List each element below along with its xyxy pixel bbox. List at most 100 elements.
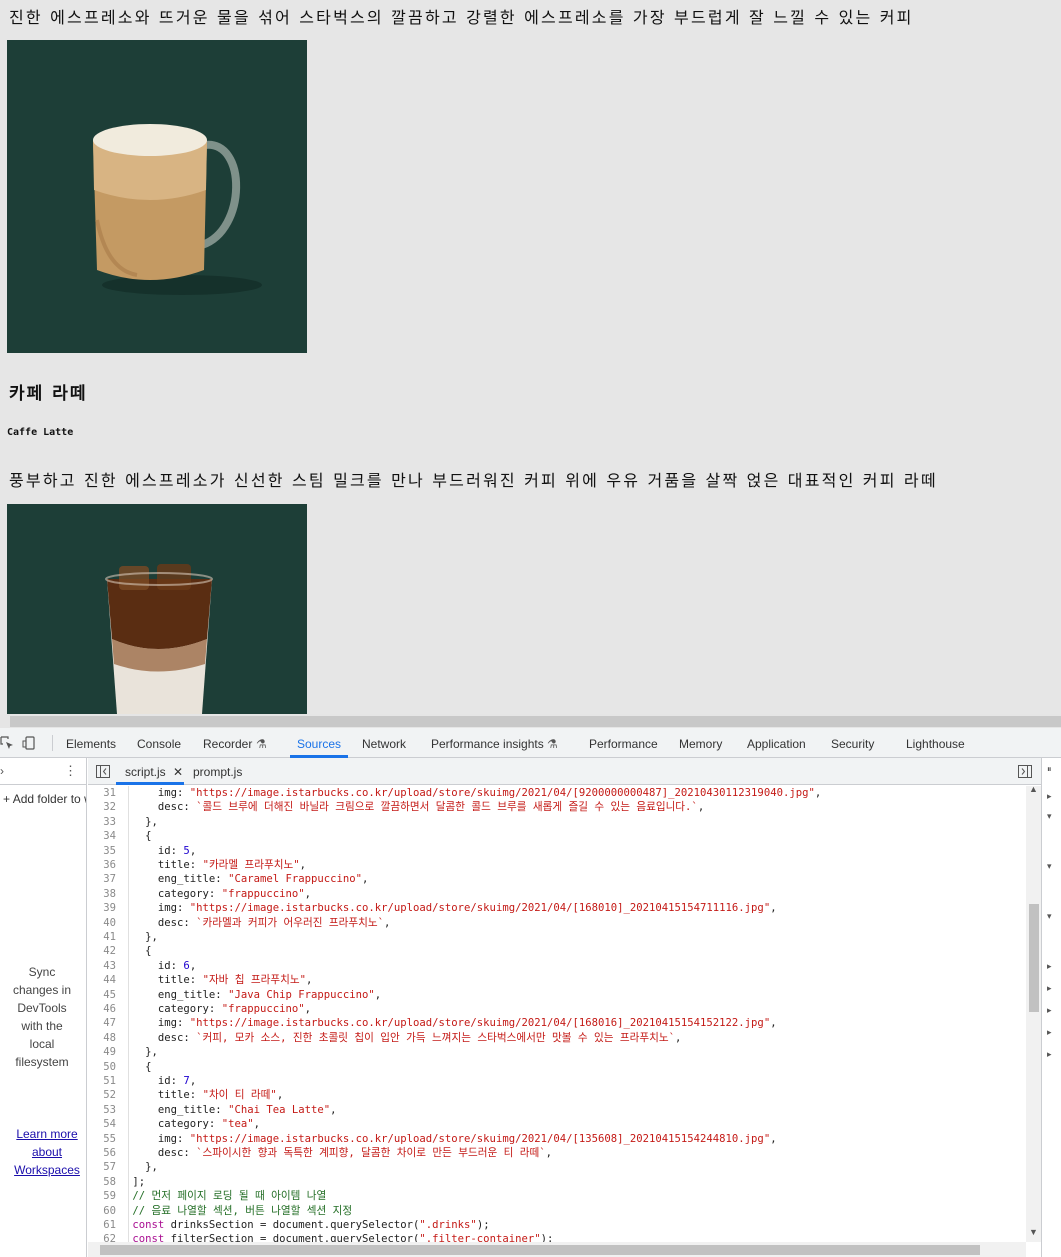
expand-icon[interactable]: ▸ bbox=[1047, 1049, 1052, 1060]
line-number[interactable]: 43 bbox=[88, 959, 126, 973]
learn-more-link[interactable]: Learn more about Workspaces bbox=[12, 1125, 82, 1179]
file-tab-prompt-js[interactable]: prompt.js bbox=[193, 765, 242, 779]
expand-icon[interactable]: ▸ bbox=[1047, 983, 1052, 994]
code-line[interactable]: 53 eng_title: "Chai Tea Latte", bbox=[88, 1103, 1026, 1117]
code-line[interactable]: 62 const filterSection = document.queryS… bbox=[88, 1232, 1026, 1242]
code-line[interactable]: 58 ]; bbox=[88, 1175, 1026, 1189]
code-line[interactable]: 60 // 음료 나열할 섹션, 버튼 나열할 섹션 지정 bbox=[88, 1204, 1026, 1218]
file-tab-script-js[interactable]: script.js ✕ bbox=[125, 765, 183, 779]
code-line[interactable]: 35 id: 5, bbox=[88, 844, 1026, 858]
code-line[interactable]: 51 id: 7, bbox=[88, 1074, 1026, 1088]
collapse-icon[interactable]: ▾ bbox=[1047, 861, 1052, 872]
line-number[interactable]: 31 bbox=[88, 786, 126, 800]
line-number[interactable]: 48 bbox=[88, 1031, 126, 1045]
code-line[interactable]: 32 desc: `콜드 브루에 더해진 바닐라 크림으로 깔끔하면서 달콤한 … bbox=[88, 800, 1026, 814]
more-options-icon[interactable]: ⋮ bbox=[64, 763, 77, 779]
code-line[interactable]: 42 { bbox=[88, 944, 1026, 958]
code-line[interactable]: 57 }, bbox=[88, 1160, 1026, 1174]
code-line[interactable]: 49 }, bbox=[88, 1045, 1026, 1059]
editor-vertical-scrollbar[interactable]: ▲ ▼ bbox=[1026, 784, 1041, 1242]
code-line[interactable]: 31 img: "https://image.istarbucks.co.kr/… bbox=[88, 786, 1026, 800]
code-line[interactable]: 33 }, bbox=[88, 815, 1026, 829]
line-number[interactable]: 52 bbox=[88, 1088, 126, 1102]
line-number[interactable]: 51 bbox=[88, 1074, 126, 1088]
close-icon[interactable]: ✕ bbox=[173, 765, 183, 779]
chevron-right-icon[interactable]: › bbox=[0, 764, 4, 778]
code-editor[interactable]: 31 img: "https://image.istarbucks.co.kr/… bbox=[88, 786, 1026, 1242]
tab-memory[interactable]: Memory bbox=[679, 737, 722, 751]
line-number[interactable]: 47 bbox=[88, 1016, 126, 1030]
pause-icon[interactable]: ⏸ bbox=[1047, 764, 1052, 775]
code-line[interactable]: 48 desc: `커피, 모카 소스, 진한 초콜릿 칩이 입안 가득 느껴지… bbox=[88, 1031, 1026, 1045]
line-number[interactable]: 58 bbox=[88, 1175, 126, 1189]
tab-performance-insights[interactable]: Performance insights bbox=[431, 737, 544, 751]
line-number[interactable]: 55 bbox=[88, 1132, 126, 1146]
line-number[interactable]: 59 bbox=[88, 1189, 126, 1203]
line-number[interactable]: 50 bbox=[88, 1060, 126, 1074]
code-line[interactable]: 54 category: "tea", bbox=[88, 1117, 1026, 1131]
editor-horizontal-scrollbar[interactable] bbox=[88, 1242, 1026, 1257]
code-line[interactable]: 56 desc: `스파이시한 향과 독특한 계피향, 달콤한 차이로 만든 부… bbox=[88, 1146, 1026, 1160]
line-number[interactable]: 38 bbox=[88, 887, 126, 901]
line-number[interactable]: 62 bbox=[88, 1232, 126, 1242]
code-line[interactable]: 38 category: "frappuccino", bbox=[88, 887, 1026, 901]
line-number[interactable]: 46 bbox=[88, 1002, 126, 1016]
line-number[interactable]: 60 bbox=[88, 1204, 126, 1218]
line-number[interactable]: 42 bbox=[88, 944, 126, 958]
tab-recorder[interactable]: Recorder bbox=[203, 737, 252, 751]
code-line[interactable]: 44 title: "자바 칩 프라푸치노", bbox=[88, 973, 1026, 987]
line-number[interactable]: 33 bbox=[88, 815, 126, 829]
code-line[interactable]: 52 title: "차이 티 라떼", bbox=[88, 1088, 1026, 1102]
code-line[interactable]: 55 img: "https://image.istarbucks.co.kr/… bbox=[88, 1132, 1026, 1146]
tab-console[interactable]: Console bbox=[137, 737, 181, 751]
tab-security[interactable]: Security bbox=[831, 737, 874, 751]
line-number[interactable]: 56 bbox=[88, 1146, 126, 1160]
line-number[interactable]: 54 bbox=[88, 1117, 126, 1131]
line-number[interactable]: 44 bbox=[88, 973, 126, 987]
tab-network[interactable]: Network bbox=[362, 737, 406, 751]
line-number[interactable]: 34 bbox=[88, 829, 126, 843]
expand-icon[interactable]: ▸ bbox=[1047, 1005, 1052, 1016]
line-number[interactable]: 41 bbox=[88, 930, 126, 944]
line-number[interactable]: 32 bbox=[88, 800, 126, 814]
tab-sources[interactable]: Sources bbox=[297, 737, 341, 751]
scroll-up-icon[interactable]: ▲ bbox=[1029, 784, 1038, 794]
tab-lighthouse[interactable]: Lighthouse bbox=[906, 737, 965, 751]
line-number[interactable]: 61 bbox=[88, 1218, 126, 1232]
line-number[interactable]: 35 bbox=[88, 844, 126, 858]
line-number[interactable]: 37 bbox=[88, 872, 126, 886]
code-line[interactable]: 45 eng_title: "Java Chip Frappuccino", bbox=[88, 988, 1026, 1002]
code-line[interactable]: 46 category: "frappuccino", bbox=[88, 1002, 1026, 1016]
scroll-thumb[interactable] bbox=[1029, 904, 1039, 1012]
expand-icon[interactable]: ▸ bbox=[1047, 961, 1052, 972]
line-number[interactable]: 40 bbox=[88, 916, 126, 930]
line-number[interactable]: 45 bbox=[88, 988, 126, 1002]
expand-icon[interactable]: ▸ bbox=[1047, 791, 1052, 802]
expand-icon[interactable]: ▸ bbox=[1047, 1027, 1052, 1038]
collapse-icon[interactable]: ▾ bbox=[1047, 911, 1052, 922]
line-number[interactable]: 39 bbox=[88, 901, 126, 915]
scroll-down-icon[interactable]: ▼ bbox=[1029, 1227, 1038, 1237]
toggle-debugger-icon[interactable] bbox=[1018, 765, 1032, 778]
collapse-icon[interactable]: ▾ bbox=[1047, 811, 1052, 822]
code-line[interactable]: 39 img: "https://image.istarbucks.co.kr/… bbox=[88, 901, 1026, 915]
code-line[interactable]: 41 }, bbox=[88, 930, 1026, 944]
page-horizontal-scrollbar[interactable] bbox=[10, 716, 1061, 727]
code-line[interactable]: 43 id: 6, bbox=[88, 959, 1026, 973]
line-number[interactable]: 57 bbox=[88, 1160, 126, 1174]
code-line[interactable]: 47 img: "https://image.istarbucks.co.kr/… bbox=[88, 1016, 1026, 1030]
code-line[interactable]: 37 eng_title: "Caramel Frappuccino", bbox=[88, 872, 1026, 886]
add-folder-button[interactable]: + Add folder to workspace bbox=[3, 792, 86, 806]
line-number[interactable]: 36 bbox=[88, 858, 126, 872]
tab-performance[interactable]: Performance bbox=[589, 737, 658, 751]
code-line[interactable]: 59 // 먼저 페이지 로딩 될 때 아이템 나열 bbox=[88, 1189, 1026, 1203]
line-number[interactable]: 49 bbox=[88, 1045, 126, 1059]
code-line[interactable]: 40 desc: `카라멜과 커피가 어우러진 프라푸치노`, bbox=[88, 916, 1026, 930]
code-line[interactable]: 36 title: "카라멜 프라푸치노", bbox=[88, 858, 1026, 872]
code-line[interactable]: 50 { bbox=[88, 1060, 1026, 1074]
device-toolbar-icon[interactable] bbox=[22, 736, 36, 750]
tab-elements[interactable]: Elements bbox=[66, 737, 116, 751]
code-line[interactable]: 61 const drinksSection = document.queryS… bbox=[88, 1218, 1026, 1232]
inspect-element-icon[interactable] bbox=[0, 736, 14, 750]
toggle-navigator-icon[interactable] bbox=[96, 765, 110, 778]
